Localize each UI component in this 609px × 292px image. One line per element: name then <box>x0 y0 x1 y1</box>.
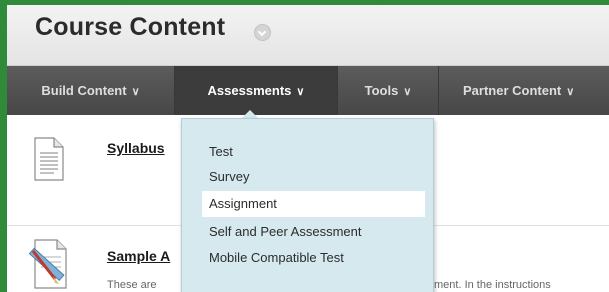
content-item-description-continued: ment. In the instructions <box>434 279 551 291</box>
menu-item-assignment[interactable]: Assignment <box>202 191 425 217</box>
content-item-description: These are <box>107 279 157 291</box>
content-item-title[interactable]: Sample A <box>107 248 170 264</box>
tab-tools[interactable]: Tools ∨ <box>338 66 438 115</box>
menu-item-test[interactable]: Test <box>202 139 425 165</box>
chevron-down-icon: ∨ <box>566 86 575 98</box>
title-options-chevron-icon[interactable] <box>254 24 271 41</box>
chevron-down-icon: ∨ <box>403 86 412 98</box>
chevron-down-icon: ∨ <box>131 86 140 98</box>
tab-label: Tools <box>364 83 399 98</box>
assessments-dropdown-menu: Test Survey Assignment Self and Peer Ass… <box>181 118 434 292</box>
tab-label: Assessments <box>207 83 292 98</box>
menu-item-mobile-compatible-test[interactable]: Mobile Compatible Test <box>202 245 425 271</box>
course-content-frame: Course Content Build Content ∨ Assessment… <box>7 5 609 292</box>
page-header: Course Content <box>7 5 609 66</box>
menu-item-self-and-peer-assessment[interactable]: Self and Peer Assessment <box>202 219 425 245</box>
tab-label: Build Content <box>41 83 127 98</box>
page-title: Course Content <box>35 13 226 41</box>
tab-build-content[interactable]: Build Content ∨ <box>7 66 174 115</box>
menu-item-survey[interactable]: Survey <box>202 164 425 190</box>
tab-partner-content[interactable]: Partner Content ∨ <box>439 66 609 115</box>
tab-label: Partner Content <box>463 83 562 98</box>
content-item-title[interactable]: Syllabus <box>107 140 165 156</box>
content-toolbar: Build Content ∨ Assessments ∨ Tools ∨ Partn… <box>7 66 609 115</box>
chevron-down-icon: ∨ <box>296 86 305 98</box>
assignment-icon <box>29 239 67 289</box>
tab-assessments[interactable]: Assessments ∨ <box>175 66 337 115</box>
document-icon <box>34 137 64 181</box>
